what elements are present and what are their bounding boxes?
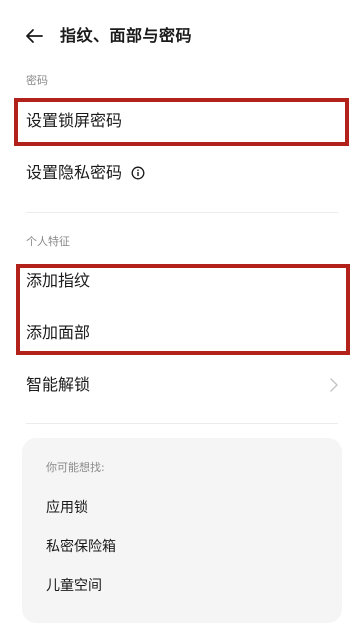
info-circle-icon[interactable] — [131, 166, 145, 180]
divider — [26, 423, 338, 424]
chevron-right-icon — [330, 378, 338, 392]
suggestion-item-kids-space[interactable]: 儿童空间 — [46, 576, 102, 596]
divider — [26, 212, 338, 213]
suggestions-title: 你可能想找: — [46, 461, 105, 474]
row-label-smart-unlock: 智能解锁 — [26, 375, 91, 394]
section-label-personal-features: 个人特征 — [26, 235, 70, 248]
row-add-face[interactable]: 添加面部 — [0, 311, 356, 355]
row-lock-screen-password[interactable]: 设置锁屏密码 — [0, 99, 356, 143]
header-bar: 指纹、面部与密码 — [0, 0, 356, 72]
row-smart-unlock[interactable]: 智能解锁 — [0, 363, 356, 407]
page-title: 指纹、面部与密码 — [60, 26, 193, 45]
section-label-password: 密码 — [26, 74, 48, 87]
suggestion-item-app-lock[interactable]: 应用锁 — [46, 498, 88, 518]
row-label-privacy-password: 设置隐私密码 — [26, 163, 123, 182]
suggestion-item-private-safe[interactable]: 私密保险箱 — [46, 537, 116, 557]
suggestions-card: 你可能想找: 应用锁 私密保险箱 儿童空间 — [22, 438, 342, 623]
arrow-left-icon — [26, 29, 43, 43]
back-button[interactable] — [22, 24, 46, 48]
row-add-fingerprint[interactable]: 添加指纹 — [0, 259, 356, 303]
row-label-add-face: 添加面部 — [26, 323, 91, 342]
row-label-add-fingerprint: 添加指纹 — [26, 271, 91, 290]
row-privacy-password[interactable]: 设置隐私密码 — [0, 151, 356, 195]
row-label-lock-screen-password: 设置锁屏密码 — [26, 111, 123, 130]
